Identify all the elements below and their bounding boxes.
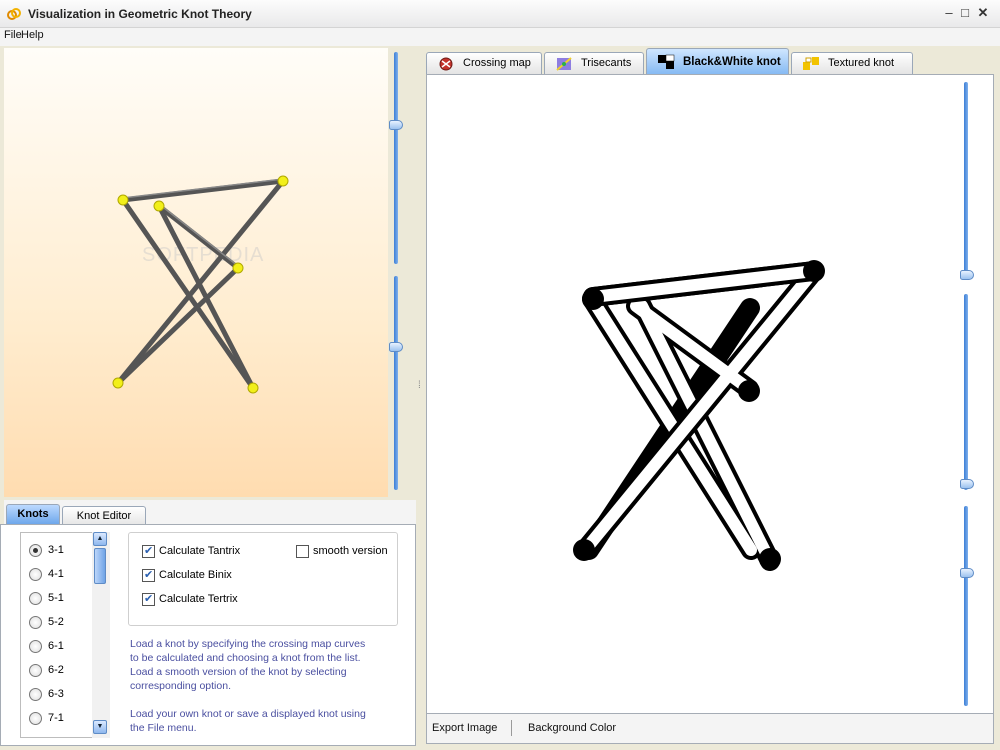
trisecants-icon bbox=[556, 57, 572, 71]
menu-bar: File Help bbox=[0, 28, 1000, 46]
list-item[interactable]: 3-1 bbox=[29, 541, 64, 559]
radio-checked[interactable] bbox=[29, 543, 42, 557]
list-item[interactable]: 6-3 bbox=[29, 685, 64, 703]
slider-1[interactable] bbox=[964, 82, 968, 278]
radio[interactable] bbox=[29, 639, 42, 653]
binix-checkbox[interactable] bbox=[142, 568, 155, 582]
app-knot-icon bbox=[7, 8, 21, 20]
info-text-file: Load your own knot or save a displayed k… bbox=[130, 708, 366, 734]
radio[interactable] bbox=[29, 567, 42, 581]
tertrix-option[interactable]: Calculate Tertrix bbox=[142, 592, 238, 606]
export-image-button[interactable]: Export Image bbox=[432, 722, 497, 734]
list-item[interactable]: 6-2 bbox=[29, 661, 64, 679]
scroll-up-icon[interactable]: ▲ bbox=[93, 532, 107, 546]
crossing-map-icon bbox=[439, 57, 453, 71]
close-button[interactable]: ✕ bbox=[976, 6, 990, 20]
slider-2-thumb[interactable] bbox=[960, 479, 974, 489]
list-item[interactable]: 5-1 bbox=[29, 589, 64, 607]
radio[interactable] bbox=[29, 615, 42, 629]
tab-textured-knot[interactable]: Textured knot bbox=[791, 52, 913, 74]
window-title: Visualization in Geometric Knot Theory bbox=[28, 7, 252, 21]
scroll-thumb[interactable] bbox=[94, 548, 106, 584]
tab-black-white-knot[interactable]: Black&White knot bbox=[646, 48, 789, 74]
rotation-slider-bottom-thumb[interactable] bbox=[389, 342, 403, 352]
slider-3-thumb[interactable] bbox=[960, 568, 974, 578]
toolbar-separator bbox=[511, 720, 512, 736]
slider-1-thumb[interactable] bbox=[960, 270, 974, 280]
minimize-button[interactable]: – bbox=[942, 6, 956, 20]
radio[interactable] bbox=[29, 711, 42, 725]
tab-knot-editor[interactable]: Knot Editor bbox=[62, 506, 146, 526]
black-white-knot-canvas[interactable] bbox=[426, 74, 994, 714]
rotation-slider-top-thumb[interactable] bbox=[389, 120, 403, 130]
list-item[interactable]: 7-1 bbox=[29, 709, 64, 727]
black-white-icon bbox=[658, 54, 675, 69]
list-item[interactable]: 5-2 bbox=[29, 613, 64, 631]
menu-file[interactable]: File bbox=[4, 29, 22, 41]
smooth-option[interactable]: smooth version bbox=[296, 544, 388, 558]
scroll-down-icon[interactable]: ▼ bbox=[93, 720, 107, 734]
tab-trisecants[interactable]: Trisecants bbox=[544, 52, 644, 74]
tab-knots[interactable]: Knots bbox=[6, 504, 60, 524]
black-white-knot-render bbox=[573, 260, 825, 571]
radio[interactable] bbox=[29, 663, 42, 677]
list-item[interactable]: 4-1 bbox=[29, 565, 64, 583]
tab-crossing-map[interactable]: Crossing map bbox=[426, 52, 542, 74]
rotation-slider-bottom[interactable] bbox=[394, 276, 398, 490]
splitter-handle[interactable]: ⁞ bbox=[418, 380, 422, 408]
title-bar: Visualization in Geometric Knot Theory –… bbox=[0, 0, 1000, 28]
radio[interactable] bbox=[29, 591, 42, 605]
background-color-button[interactable]: Background Color bbox=[528, 722, 616, 734]
knot-list-scrollbar[interactable]: ▲ ▼ bbox=[92, 532, 110, 738]
rotation-slider-top[interactable] bbox=[394, 52, 398, 264]
radio[interactable] bbox=[29, 687, 42, 701]
binix-option[interactable]: Calculate Binix bbox=[142, 568, 232, 582]
knot-3d-view[interactable]: SOFTPEDIA bbox=[4, 48, 388, 497]
smooth-checkbox[interactable] bbox=[296, 544, 309, 558]
slider-2[interactable] bbox=[964, 294, 968, 490]
textured-knot-icon bbox=[803, 57, 819, 70]
tantrix-option[interactable]: Calculate Tantrix bbox=[142, 544, 240, 558]
tertrix-checkbox[interactable] bbox=[142, 592, 155, 606]
info-text-load: Load a knot by specifying the crossing m… bbox=[130, 638, 366, 692]
menu-help[interactable]: Help bbox=[21, 29, 44, 41]
list-item[interactable]: 6-1 bbox=[29, 637, 64, 655]
knot-3d-render bbox=[112, 175, 289, 394]
canvas-toolbar: Export Image Background Color bbox=[426, 714, 994, 744]
slider-3[interactable] bbox=[964, 506, 968, 706]
tantrix-checkbox[interactable] bbox=[142, 544, 155, 558]
maximize-button[interactable]: □ bbox=[958, 6, 972, 20]
